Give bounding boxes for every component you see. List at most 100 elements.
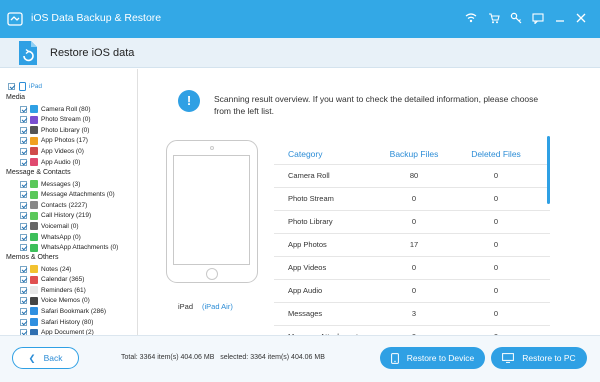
item-checkbox[interactable]: [20, 276, 27, 284]
section-title-message-contacts: Message & Contacts: [6, 169, 71, 176]
cell-deleted-files: 0: [493, 217, 499, 226]
camera-icon: [210, 146, 214, 150]
restore-to-pc-button[interactable]: Restore to PC: [491, 347, 587, 369]
item-checkbox[interactable]: [20, 180, 27, 188]
ipad-screen: [173, 155, 250, 265]
sidebar-item[interactable]: Camera Roll (80): [20, 104, 91, 114]
device-icon: [390, 352, 399, 364]
sidebar-item[interactable]: Message Attachments (0): [20, 190, 115, 200]
item-checkbox[interactable]: [20, 191, 27, 199]
sidebar-item[interactable]: Notes (24): [20, 264, 71, 274]
cell-backup-files: 0: [411, 286, 417, 295]
item-checkbox[interactable]: [20, 212, 27, 220]
item-checkbox[interactable]: [20, 297, 27, 305]
sidebar-item[interactable]: Reminders (61): [20, 285, 86, 295]
category-sidebar: iPad Media Camera Roll (80) Photo Stream …: [0, 69, 138, 335]
title-bar: iOS Data Backup & Restore: [0, 0, 600, 38]
category-icon: [30, 136, 38, 145]
sidebar-item[interactable]: Contacts (2227): [20, 200, 87, 210]
sidebar-item[interactable]: Safari History (80): [20, 317, 93, 327]
item-checkbox[interactable]: [20, 244, 27, 252]
sidebar-item[interactable]: App Videos (0): [20, 146, 84, 156]
device-checkbox[interactable]: [8, 82, 15, 90]
back-arrow-icon: ❮: [28, 352, 36, 363]
restore-to-pc-label: Restore to PC: [522, 353, 576, 363]
main-panel: ! Scanning result overview. If you want …: [138, 69, 600, 341]
cell-category: App Audio: [288, 286, 323, 295]
item-checkbox[interactable]: [20, 137, 27, 145]
sidebar-item-label: Notes (24): [41, 265, 72, 273]
minimize-icon[interactable]: [552, 10, 568, 26]
sidebar-item[interactable]: App Document (2): [20, 328, 94, 335]
table-row[interactable]: Photo Library 0 0: [274, 210, 550, 232]
category-icon: [30, 275, 38, 284]
category-icon: [30, 243, 38, 252]
category-icon: [30, 318, 38, 326]
sidebar-item[interactable]: App Audio (0): [20, 157, 80, 167]
sidebar-item[interactable]: Photo Library (0): [20, 125, 89, 135]
table-row[interactable]: App Videos 0 0: [274, 256, 550, 278]
cart-icon[interactable]: [486, 10, 502, 26]
sidebar-item[interactable]: Calendar (365): [20, 275, 84, 285]
category-icon: [30, 286, 38, 295]
item-checkbox[interactable]: [20, 318, 27, 326]
table-row[interactable]: App Audio 0 0: [274, 279, 550, 301]
section-title-memos-others: Memos & Others: [6, 254, 59, 261]
item-checkbox[interactable]: [20, 147, 27, 155]
device-label: iPad: [29, 82, 43, 90]
item-checkbox[interactable]: [20, 233, 27, 241]
category-icon: [30, 147, 38, 156]
feedback-icon[interactable]: [530, 10, 546, 26]
item-checkbox[interactable]: [20, 105, 27, 113]
cell-category: Messages: [288, 309, 323, 318]
back-button[interactable]: ❮ Back: [12, 347, 79, 369]
sidebar-item[interactable]: Photo Stream (0): [20, 115, 91, 125]
wifi-icon[interactable]: [463, 10, 479, 26]
sidebar-item-label: Safari Bookmark (286): [41, 307, 107, 315]
sidebar-item[interactable]: Call History (219): [20, 211, 91, 221]
sidebar-item[interactable]: Voice Memos (0): [20, 296, 90, 306]
table-row[interactable]: Photo Stream 0 0: [274, 187, 550, 209]
table-row[interactable]: Messages 3 0: [274, 302, 550, 324]
item-checkbox[interactable]: [20, 222, 27, 230]
pc-icon: [502, 353, 515, 363]
device-model: (iPad Air): [202, 302, 233, 311]
category-icon: [30, 307, 38, 316]
item-checkbox[interactable]: [20, 158, 27, 166]
sidebar-item-label: Contacts (2227): [41, 201, 88, 209]
cell-deleted-files: 0: [493, 263, 499, 272]
item-checkbox[interactable]: [20, 307, 27, 315]
item-checkbox[interactable]: [20, 116, 27, 124]
sidebar-item-label: Voicemail (0): [41, 222, 79, 230]
category-icon: [30, 115, 38, 124]
item-checkbox[interactable]: [20, 126, 27, 134]
table-row[interactable]: Camera Roll 80 0: [274, 164, 550, 186]
cell-category: App Videos: [288, 263, 327, 272]
item-checkbox[interactable]: [20, 286, 27, 294]
sidebar-item-label: WhatsApp Attachments (0): [41, 244, 119, 252]
sidebar-item-label: Calendar (365): [41, 276, 85, 284]
selection-summary: Total: 3364 item(s) 404.06 MB selected: …: [121, 354, 325, 361]
sidebar-item-label: Camera Roll (80): [41, 105, 91, 113]
category-icon: [30, 265, 38, 273]
sidebar-item[interactable]: App Photos (17): [20, 136, 88, 146]
sidebar-item[interactable]: Voicemail (0): [20, 221, 79, 231]
restore-icon: [19, 41, 37, 65]
sidebar-item[interactable]: WhatsApp Attachments (0): [20, 243, 118, 253]
sidebar-item[interactable]: WhatsApp (0): [20, 232, 81, 242]
category-icon: [30, 222, 38, 231]
restore-to-device-button[interactable]: Restore to Device: [380, 347, 485, 369]
sidebar-item-label: Call History (219): [41, 212, 92, 220]
table-scrollbar[interactable]: [547, 136, 550, 204]
device-row[interactable]: iPad: [8, 81, 42, 91]
category-icon: [30, 233, 38, 241]
item-checkbox[interactable]: [20, 265, 27, 273]
sidebar-item[interactable]: Messages (3): [20, 179, 80, 189]
close-icon[interactable]: [573, 10, 589, 26]
sidebar-item[interactable]: Safari Bookmark (286): [20, 306, 106, 316]
item-checkbox[interactable]: [20, 201, 27, 209]
cell-category: Photo Library: [288, 217, 333, 226]
key-icon[interactable]: [508, 10, 524, 26]
table-row[interactable]: App Photos 17 0: [274, 233, 550, 255]
sidebar-item-label: Photo Library (0): [41, 126, 90, 134]
